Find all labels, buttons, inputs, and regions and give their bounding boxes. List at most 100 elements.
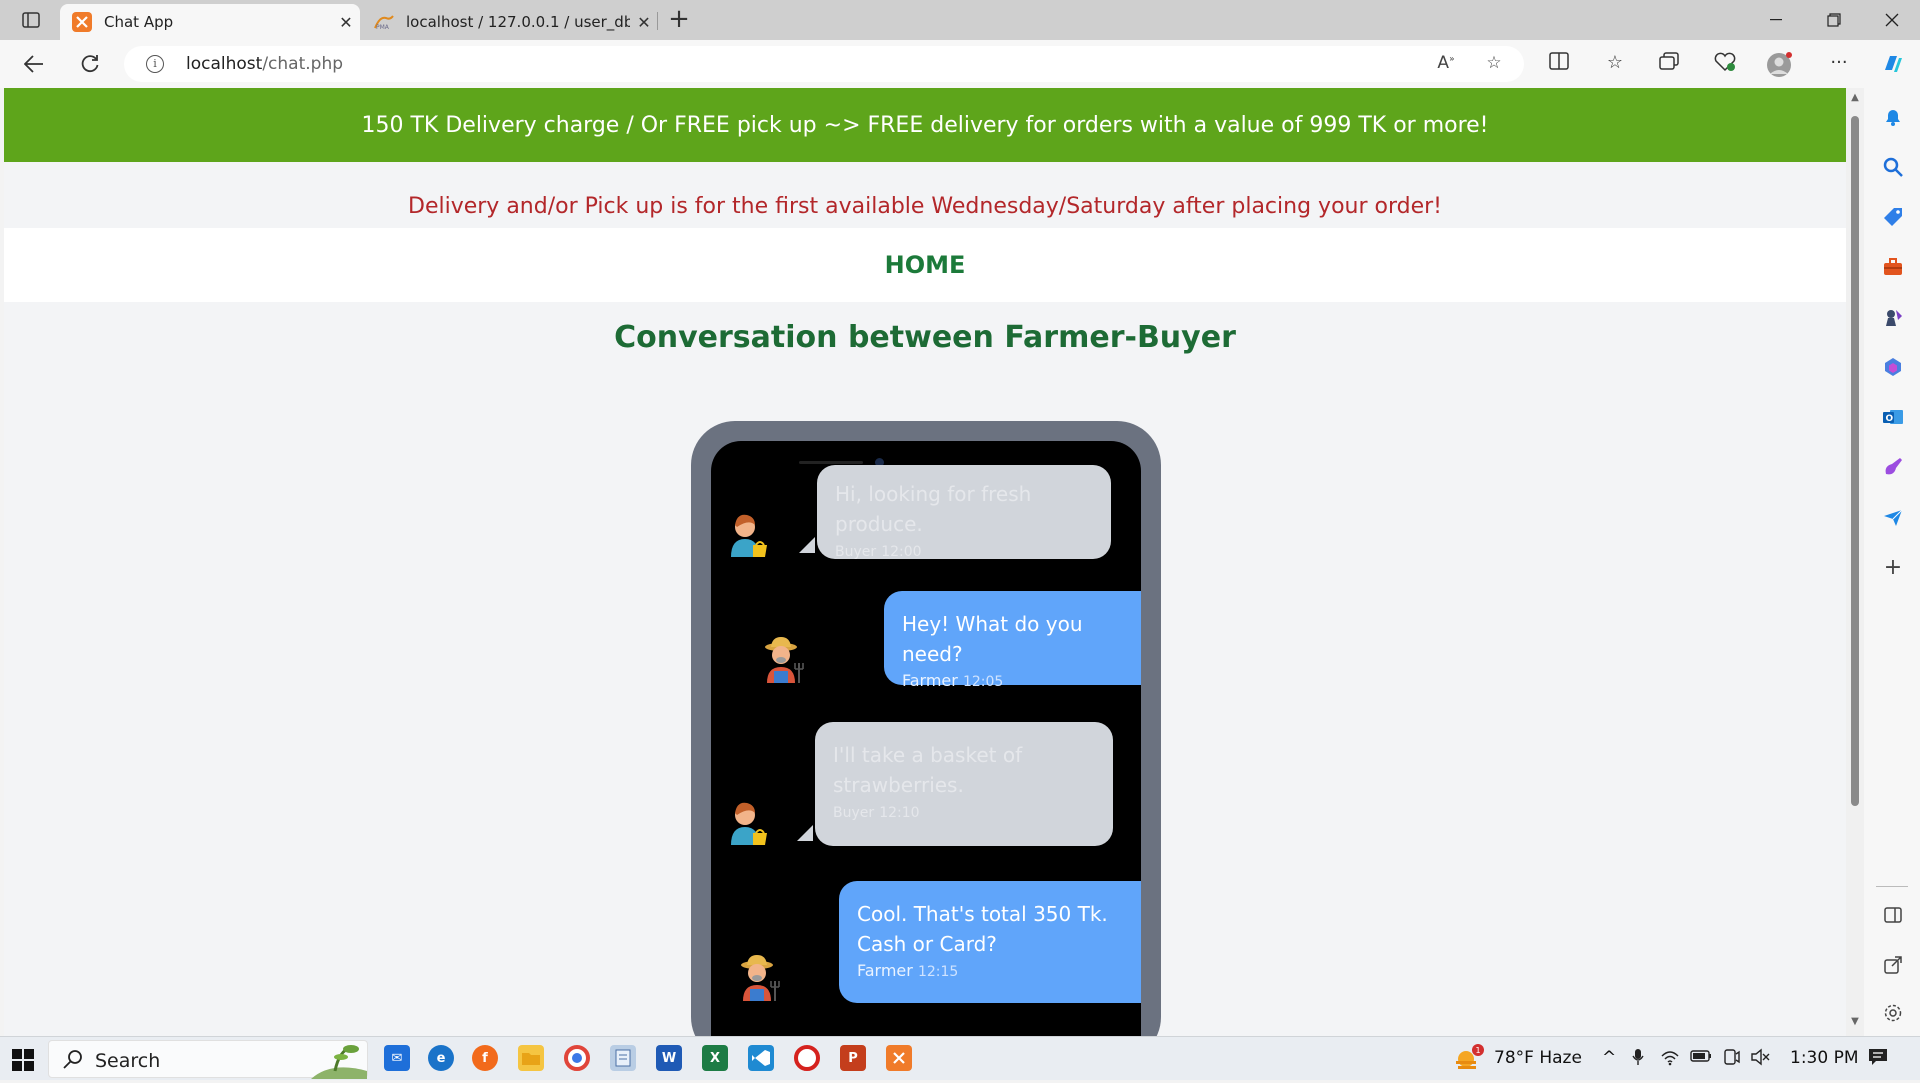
bubble-tail: [797, 825, 813, 841]
copilot-icon[interactable]: [1880, 52, 1906, 76]
browser-essentials-icon[interactable]: [1712, 52, 1738, 76]
browser-titlebar: Chat App ✕ PMA localhost / 127.0.0.1 / u…: [0, 0, 1920, 40]
address-bar[interactable]: i localhost/chat.php A» ☆: [124, 46, 1524, 82]
games-icon[interactable]: [1882, 306, 1904, 328]
edge-sidebar: O +: [1864, 88, 1920, 1036]
more-options-icon[interactable]: ···: [1826, 52, 1852, 76]
buyer-avatar: [723, 509, 773, 559]
outlook-icon[interactable]: O: [1882, 406, 1904, 428]
message-time: 12:10: [879, 805, 920, 821]
scroll-up-icon[interactable]: ▲: [1850, 92, 1860, 103]
page-title: Conversation between Farmer-Buyer: [614, 320, 1236, 355]
message-bubble-farmer: Hey! What do you need? Farmer 12:05: [884, 591, 1141, 690]
chrome-app-icon[interactable]: [564, 1045, 590, 1071]
microsoft-365-icon[interactable]: [1882, 356, 1904, 378]
windows-taskbar: Search ✉ e f W X P 1 78°F Haze ^ 1:30 PM: [0, 1036, 1920, 1080]
designer-icon[interactable]: [1882, 456, 1904, 478]
firefox-app-icon[interactable]: f: [472, 1045, 498, 1071]
tab-title: localhost / 127.0.0.1 / user_db / u: [406, 13, 630, 31]
split-screen-icon[interactable]: [1546, 52, 1572, 76]
search-label: Search: [95, 1050, 161, 1072]
message-sender: Buyer: [835, 544, 877, 560]
notepad-app-icon[interactable]: [610, 1045, 636, 1071]
shopping-tag-icon[interactable]: [1882, 206, 1904, 228]
close-tab-icon[interactable]: ✕: [630, 13, 658, 32]
tab-phpmyadmin[interactable]: PMA localhost / 127.0.0.1 / user_db / u …: [362, 4, 658, 40]
vscode-app-icon[interactable]: [748, 1045, 774, 1071]
taskbar-search-box[interactable]: Search: [48, 1040, 368, 1079]
svg-text:1: 1: [1476, 1046, 1481, 1055]
message-sender: Farmer: [902, 671, 958, 690]
favorite-star-icon[interactable]: ☆: [1482, 53, 1506, 75]
opera-app-icon[interactable]: [794, 1045, 820, 1071]
notifications-icon[interactable]: [1868, 1048, 1888, 1071]
excel-app-icon[interactable]: X: [702, 1045, 728, 1071]
browser-toolbar: i localhost/chat.php A» ☆ ☆ ···: [0, 40, 1920, 88]
file-explorer-icon[interactable]: [518, 1045, 544, 1071]
tools-icon[interactable]: [1882, 256, 1904, 278]
xampp-app-icon[interactable]: [886, 1045, 912, 1071]
profile-avatar[interactable]: [1766, 52, 1792, 77]
message-time: 12:00: [881, 544, 922, 560]
mail-app-icon[interactable]: ✉: [384, 1045, 410, 1071]
search-icon[interactable]: [1882, 156, 1904, 178]
restore-button[interactable]: [1806, 0, 1862, 40]
open-external-icon[interactable]: [1882, 954, 1904, 976]
message-text-line: Cool. That's total 350 Tk.: [857, 902, 1108, 926]
farmer-avatar: [759, 635, 809, 685]
weather-text[interactable]: 78°F Haze: [1494, 1048, 1582, 1068]
weather-icon[interactable]: 1: [1454, 1043, 1484, 1078]
site-info-icon[interactable]: i: [146, 55, 164, 73]
minimize-button[interactable]: [1748, 0, 1804, 40]
close-tab-icon[interactable]: ✕: [332, 13, 360, 32]
battery-icon[interactable]: [1690, 1048, 1712, 1068]
wifi-icon[interactable]: [1660, 1048, 1680, 1071]
url-text[interactable]: localhost/chat.php: [186, 54, 343, 74]
microphone-icon[interactable]: [1632, 1048, 1644, 1071]
back-icon[interactable]: [16, 46, 52, 82]
favorites-icon[interactable]: ☆: [1602, 52, 1628, 76]
windows-start-icon[interactable]: [12, 1049, 34, 1071]
clock-time[interactable]: 1:30 PM: [1790, 1048, 1859, 1068]
device-icon[interactable]: [1722, 1048, 1740, 1071]
sidebar-divider: [1876, 886, 1908, 887]
show-hidden-icons-chevron-icon[interactable]: ^: [1602, 1048, 1616, 1068]
read-aloud-icon[interactable]: A»: [1434, 53, 1458, 75]
tab-actions-icon[interactable]: [14, 8, 48, 32]
message-bubble-buyer: Hi, looking for fresh produce. Buyer 12:…: [817, 465, 1111, 560]
add-icon[interactable]: +: [1882, 557, 1904, 580]
refresh-icon[interactable]: [72, 46, 108, 82]
collections-icon[interactable]: [1656, 52, 1682, 76]
close-window-button[interactable]: [1864, 0, 1920, 40]
new-tab-button[interactable]: +: [664, 4, 694, 36]
message-time: 12:05: [962, 674, 1004, 690]
svg-text:PMA: PMA: [376, 24, 390, 30]
chat-screen[interactable]: Hi, looking for fresh produce. Buyer 12:…: [711, 441, 1141, 1036]
scroll-down-icon[interactable]: ▼: [1850, 1016, 1860, 1027]
hide-sidebar-icon[interactable]: [1882, 904, 1904, 926]
tab-separator: [657, 12, 658, 30]
buyer-avatar: [723, 797, 773, 847]
page-viewport: 150 TK Delivery charge / Or FREE pick up…: [4, 88, 1846, 1036]
edge-app-icon[interactable]: e: [428, 1045, 454, 1071]
message-time: 12:15: [917, 964, 959, 980]
settings-gear-icon[interactable]: [1882, 1002, 1904, 1024]
tab-title: Chat App: [104, 13, 174, 31]
farmer-avatar: [735, 953, 785, 1003]
speaker-muted-icon[interactable]: [1750, 1048, 1770, 1071]
message-bubble-buyer: I'll take a basket of strawberries. Buye…: [815, 722, 1113, 846]
message-text: Hi, looking for fresh produce.: [835, 482, 1032, 536]
bubble-tail: [799, 537, 815, 553]
powerpoint-app-icon[interactable]: P: [840, 1045, 866, 1071]
tab-chat-app[interactable]: Chat App ✕: [60, 4, 360, 40]
notifications-bell-icon[interactable]: [1882, 106, 1904, 128]
home-link[interactable]: HOME: [885, 251, 966, 279]
xampp-icon: [72, 12, 92, 32]
phpmyadmin-icon: PMA: [374, 12, 394, 32]
scrollbar-thumb[interactable]: [1851, 116, 1859, 806]
phone-speaker: [799, 461, 863, 464]
send-icon[interactable]: [1882, 506, 1904, 528]
message-text: Hey! What do you need?: [902, 612, 1083, 666]
word-app-icon[interactable]: W: [656, 1045, 682, 1071]
page-scrollbar[interactable]: ▲ ▼: [1846, 88, 1864, 1036]
